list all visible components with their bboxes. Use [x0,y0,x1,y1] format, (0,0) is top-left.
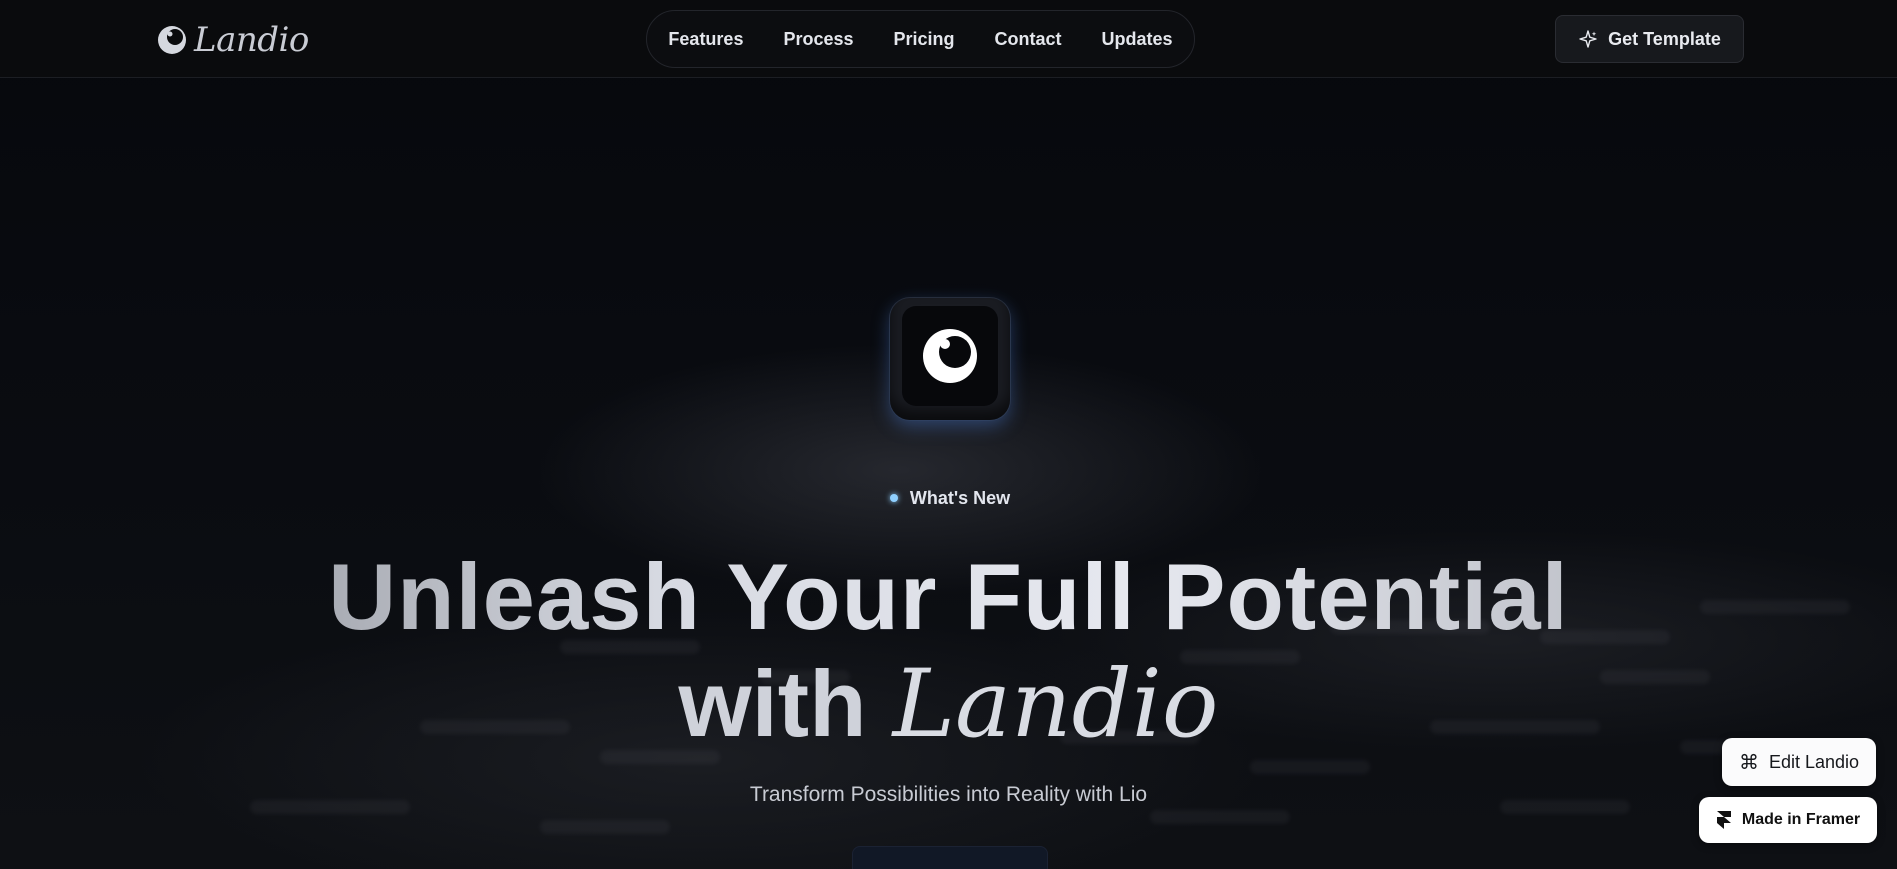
nav-link-contact[interactable]: Contact [995,29,1062,50]
nav-links: Features Process Pricing Contact Updates [646,10,1195,68]
edit-landio-button[interactable]: ⌘ Edit Landio [1722,738,1876,786]
get-template-button[interactable]: Get Template [1555,15,1744,63]
get-template-label: Get Template [1608,28,1721,49]
hero-subheadline: Transform Possibilities into Reality wit… [749,783,1148,806]
brand-name: Landio [194,20,309,60]
hero-app-icon [890,298,1010,420]
landing-page: Landio Features Process Pricing Contact … [0,0,1897,869]
headline-script-word: Landio [892,650,1219,759]
edit-landio-label: Edit Landio [1768,751,1860,772]
nav-link-features[interactable]: Features [668,29,743,50]
hero-headline-line2: with Landio [0,652,1897,757]
sparkle-icon [1579,30,1597,48]
command-icon: ⌘ [1738,751,1759,774]
orb-logo-icon [158,26,186,54]
brand-logo[interactable]: Landio [156,20,309,60]
badge-label: What's New [909,487,1011,508]
framer-icon [1716,811,1731,829]
orb-logo-icon [923,329,977,383]
nav-link-process[interactable]: Process [783,29,853,50]
nav-link-updates[interactable]: Updates [1102,29,1173,50]
made-in-framer-label: Made in Framer [1741,811,1861,828]
hero-cta-button[interactable] [852,846,1048,869]
headline-plain-word: with [678,651,867,756]
top-nav: Landio Features Process Pricing Contact … [0,0,1897,78]
whats-new-badge[interactable]: What's New [870,478,1030,518]
hero-headline-line1: Unleash Your Full Potential [0,545,1897,649]
status-dot [889,494,898,502]
nav-link-pricing[interactable]: Pricing [894,29,955,50]
made-in-framer-button[interactable]: Made in Framer [1699,797,1877,843]
